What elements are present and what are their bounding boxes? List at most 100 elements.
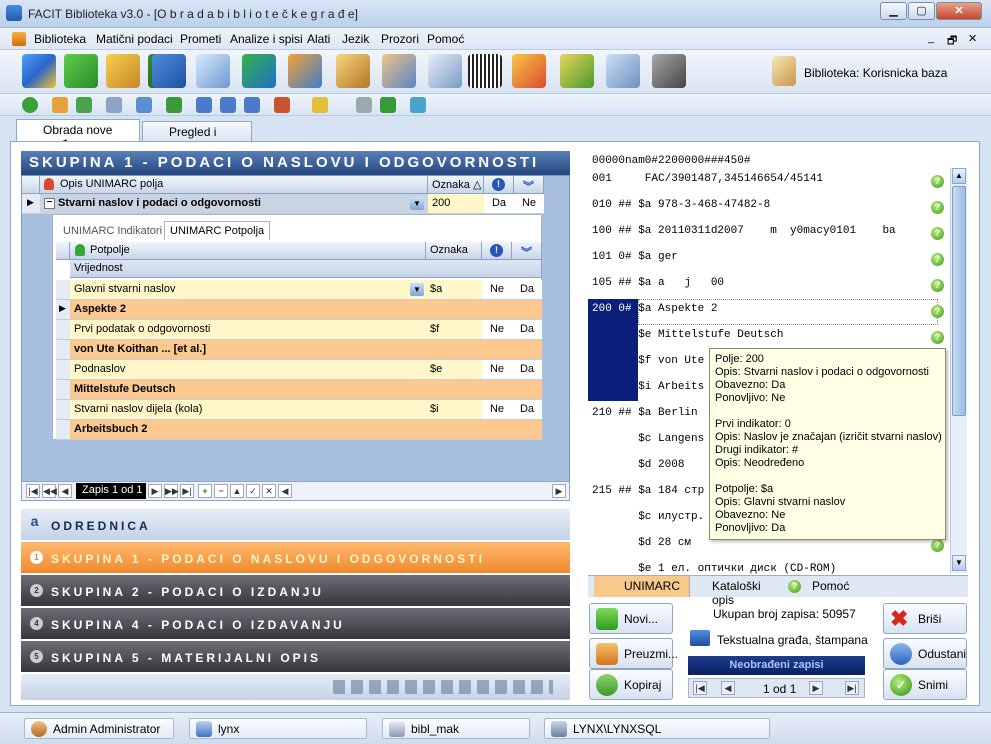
brisi-button[interactable]: ✖ Briši <box>883 603 967 634</box>
subfield-value[interactable]: Mittelstufe Deutsch <box>70 380 542 400</box>
refresh-icon[interactable] <box>22 97 38 113</box>
user-card-icon[interactable] <box>196 54 230 88</box>
tab-pregled-i-izmjene[interactable]: Pregled i izmjene <box>142 121 252 153</box>
menu-alati[interactable]: Alati <box>307 32 330 46</box>
box-check-icon[interactable] <box>106 54 140 88</box>
marc-line[interactable]: $d 28 см <box>592 537 691 549</box>
download-icon[interactable] <box>52 97 68 113</box>
close-button[interactable]: ✕ <box>936 2 982 20</box>
subfield-code[interactable]: $e <box>426 360 482 380</box>
preuzmi-button[interactable]: Preuzmi... <box>589 638 678 669</box>
marc-line[interactable]: 215 ## $a 184 стр <box>592 485 704 497</box>
sub-col-oznaka[interactable]: Oznaka <box>426 242 482 260</box>
col-oznaka-header[interactable]: Oznaka △ <box>428 176 484 194</box>
maximize-button[interactable]: ▢ <box>908 2 935 20</box>
field-row-label[interactable]: − Stvarni naslov i podaci o odgovornosti… <box>40 194 428 214</box>
nav-add-icon[interactable]: + <box>198 484 212 498</box>
subfield-label[interactable]: Glavni stvarni naslov <box>70 280 426 300</box>
info-icon[interactable] <box>410 97 426 113</box>
clock-icon[interactable] <box>336 54 370 88</box>
mdi-minimize-icon[interactable]: _ <box>928 32 934 44</box>
subfield-required[interactable]: Ne <box>482 320 512 340</box>
field-required[interactable]: Da <box>484 194 514 214</box>
kopiraj-button[interactable]: Kopiraj <box>589 669 673 700</box>
rec-prev-icon[interactable]: ◀ <box>721 681 735 695</box>
nav-confirm-icon[interactable]: ✓ <box>246 484 260 498</box>
marc-line[interactable]: $d 2008 <box>592 459 684 471</box>
marc-line[interactable]: 210 ## $a Berlin <box>592 407 698 419</box>
puzzle-icon[interactable] <box>64 54 98 88</box>
exchange-icon[interactable] <box>242 54 276 88</box>
section-skupina-2[interactable]: 2 SKUPINA 2 - PODACI O IZDANJU <box>21 575 570 606</box>
novi-button[interactable]: Novi... <box>589 603 673 634</box>
tab-kataloski-opis[interactable]: Kataloški opis <box>692 576 780 607</box>
sub-required-header[interactable]: ! <box>482 242 512 260</box>
marc-line[interactable]: $e Mittelstufe Deutsch <box>592 329 783 341</box>
grid3-icon[interactable] <box>244 97 260 113</box>
rec-last-icon[interactable]: ▶| <box>845 681 859 695</box>
marc-line[interactable]: $f von Ute <box>592 355 704 367</box>
marc-line[interactable]: $c илустр. <box>592 511 704 523</box>
film-icon[interactable] <box>652 54 686 88</box>
grid-icon[interactable] <box>196 97 212 113</box>
marc-line[interactable]: 100 ## $a 20110311d2007 m y0macy0101 ba <box>592 225 896 237</box>
color-icon[interactable] <box>312 97 328 113</box>
rec-first-icon[interactable]: |◀ <box>693 681 707 695</box>
subfield-required[interactable]: Ne <box>482 360 512 380</box>
subfield-label[interactable]: Stvarni naslov dijela (kola) <box>70 400 426 420</box>
subfield-repeatable[interactable]: Da <box>512 280 542 300</box>
id-card-icon[interactable] <box>428 54 462 88</box>
subtab-potpolja[interactable]: UNIMARC Potpolja <box>164 221 271 240</box>
marc-line[interactable]: $e 1 ел. оптички диск (CD-ROM) <box>592 563 836 575</box>
nav-scroll-right-icon[interactable]: ▶ <box>552 484 566 498</box>
section-skupina-1[interactable]: 1 SKUPINA 1 - PODACI O NASLOVU I ODGOVOR… <box>21 542 570 573</box>
marc-line[interactable]: 001 FAC/3901487,345146654/45141 <box>592 173 823 185</box>
marc-line[interactable]: 010 ## $a 978-3-468-47482-8 <box>592 199 770 211</box>
subfield-code[interactable]: $i <box>426 400 482 420</box>
snimi-button[interactable]: ✓ Snimi <box>883 669 967 700</box>
unprocessed-records-button[interactable]: Neobrađeni zapisi <box>688 656 865 675</box>
upload-icon[interactable] <box>76 97 92 113</box>
marc-line[interactable]: $c Langens <box>592 433 704 445</box>
marc-scrollbar[interactable]: ▲ ▼ <box>950 168 967 573</box>
mail-icon[interactable] <box>356 97 372 113</box>
menu-jezik[interactable]: Jezik <box>342 32 369 46</box>
subfield-repeatable[interactable]: Da <box>512 400 542 420</box>
minimize-button[interactable]: ▁ <box>880 2 907 20</box>
section-shortcut-icons[interactable] <box>333 680 553 694</box>
marc-line[interactable]: 101 0# $a ger <box>592 251 678 263</box>
subfield-code[interactable]: $a <box>426 280 482 300</box>
chart-icon[interactable] <box>512 54 546 88</box>
field-oznaka[interactable]: 200 <box>428 194 484 214</box>
menu-pomoc[interactable]: Pomoć <box>427 32 464 46</box>
copy-icon[interactable] <box>106 97 122 113</box>
subfield-value[interactable]: von Ute Koithan ... [et al.] <box>70 340 542 360</box>
nav-cancel-icon[interactable]: ✕ <box>262 484 276 498</box>
section-skupina-5[interactable]: 5 SKUPINA 5 - MATERIJALNI OPIS <box>21 641 570 672</box>
subfield-repeatable[interactable]: Da <box>512 320 542 340</box>
nav-delete-icon[interactable]: − <box>214 484 228 498</box>
mdi-close-icon[interactable]: ✕ <box>968 32 977 45</box>
menu-maticni-podaci[interactable]: Matični podaci <box>96 32 173 46</box>
menu-prometi[interactable]: Prometi <box>180 32 221 46</box>
nav-prev-page-icon[interactable]: ◀◀ <box>42 484 57 498</box>
catalog-blocks-icon[interactable] <box>22 54 56 88</box>
tab-unimarc[interactable]: UNIMARC <box>594 576 690 597</box>
sub-col-potpolje[interactable]: Potpolje <box>70 242 426 260</box>
subfield-required[interactable]: Ne <box>482 400 512 420</box>
subfield-label[interactable]: Podnaslov <box>70 360 426 380</box>
subfield-repeatable[interactable]: Da <box>512 360 542 380</box>
grid2-icon[interactable] <box>220 97 236 113</box>
mdi-restore-icon[interactable]: 🗗 <box>947 32 957 51</box>
sub-repeatable-header[interactable]: ︾ <box>512 242 542 260</box>
nav-prev-icon[interactable]: ◀ <box>58 484 72 498</box>
subfield-value[interactable]: Arbeitsbuch 2 <box>70 420 542 440</box>
table-icon[interactable] <box>136 97 152 113</box>
section-odrednica[interactable]: a ODREDNICA <box>21 509 570 540</box>
nav-last-icon[interactable]: ▶| <box>180 484 194 498</box>
scroll-up-icon[interactable]: ▲ <box>952 168 966 184</box>
rec-next-icon[interactable]: ▶ <box>809 681 823 695</box>
subfield-value[interactable]: Aspekte 2 <box>70 300 542 320</box>
confirm-icon[interactable] <box>380 97 396 113</box>
subtab-indikatori[interactable]: UNIMARC Indikatori <box>58 222 167 240</box>
